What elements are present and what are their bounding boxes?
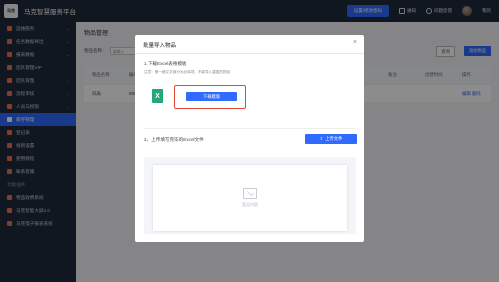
batch-import-modal: 批量导入物品 × 1.下载Excel表格模板 注意：第一格文字部分为必填项，不能… [135, 35, 364, 242]
step2-title: 2、上传填写完毕的Excel文件 [144, 137, 204, 142]
empty-box-icon [243, 188, 257, 199]
upload-list-area: 暂无内容 [144, 157, 356, 234]
upload-icon: ⇧ [319, 136, 324, 141]
upload-file-button[interactable]: ⇧ 上传文件 [305, 134, 357, 144]
empty-state: 暂无内容 [153, 165, 347, 231]
download-template-button[interactable]: 下载模版 [186, 92, 237, 101]
close-icon[interactable]: × [353, 39, 357, 46]
upload-button-label: 上传文件 [325, 136, 343, 141]
empty-text: 暂无内容 [242, 202, 258, 207]
modal-title: 批量导入物品 [143, 43, 177, 49]
step1-note: 注意：第一格文字部分为必填项，不能导入重复的物品 [144, 70, 231, 74]
template-download-area: X 下载模版 [144, 79, 251, 114]
modal-divider [135, 53, 364, 54]
excel-file-icon: X [152, 89, 163, 103]
step1-title: 1.下载Excel表格模板 [144, 61, 187, 66]
step-divider [144, 128, 356, 129]
